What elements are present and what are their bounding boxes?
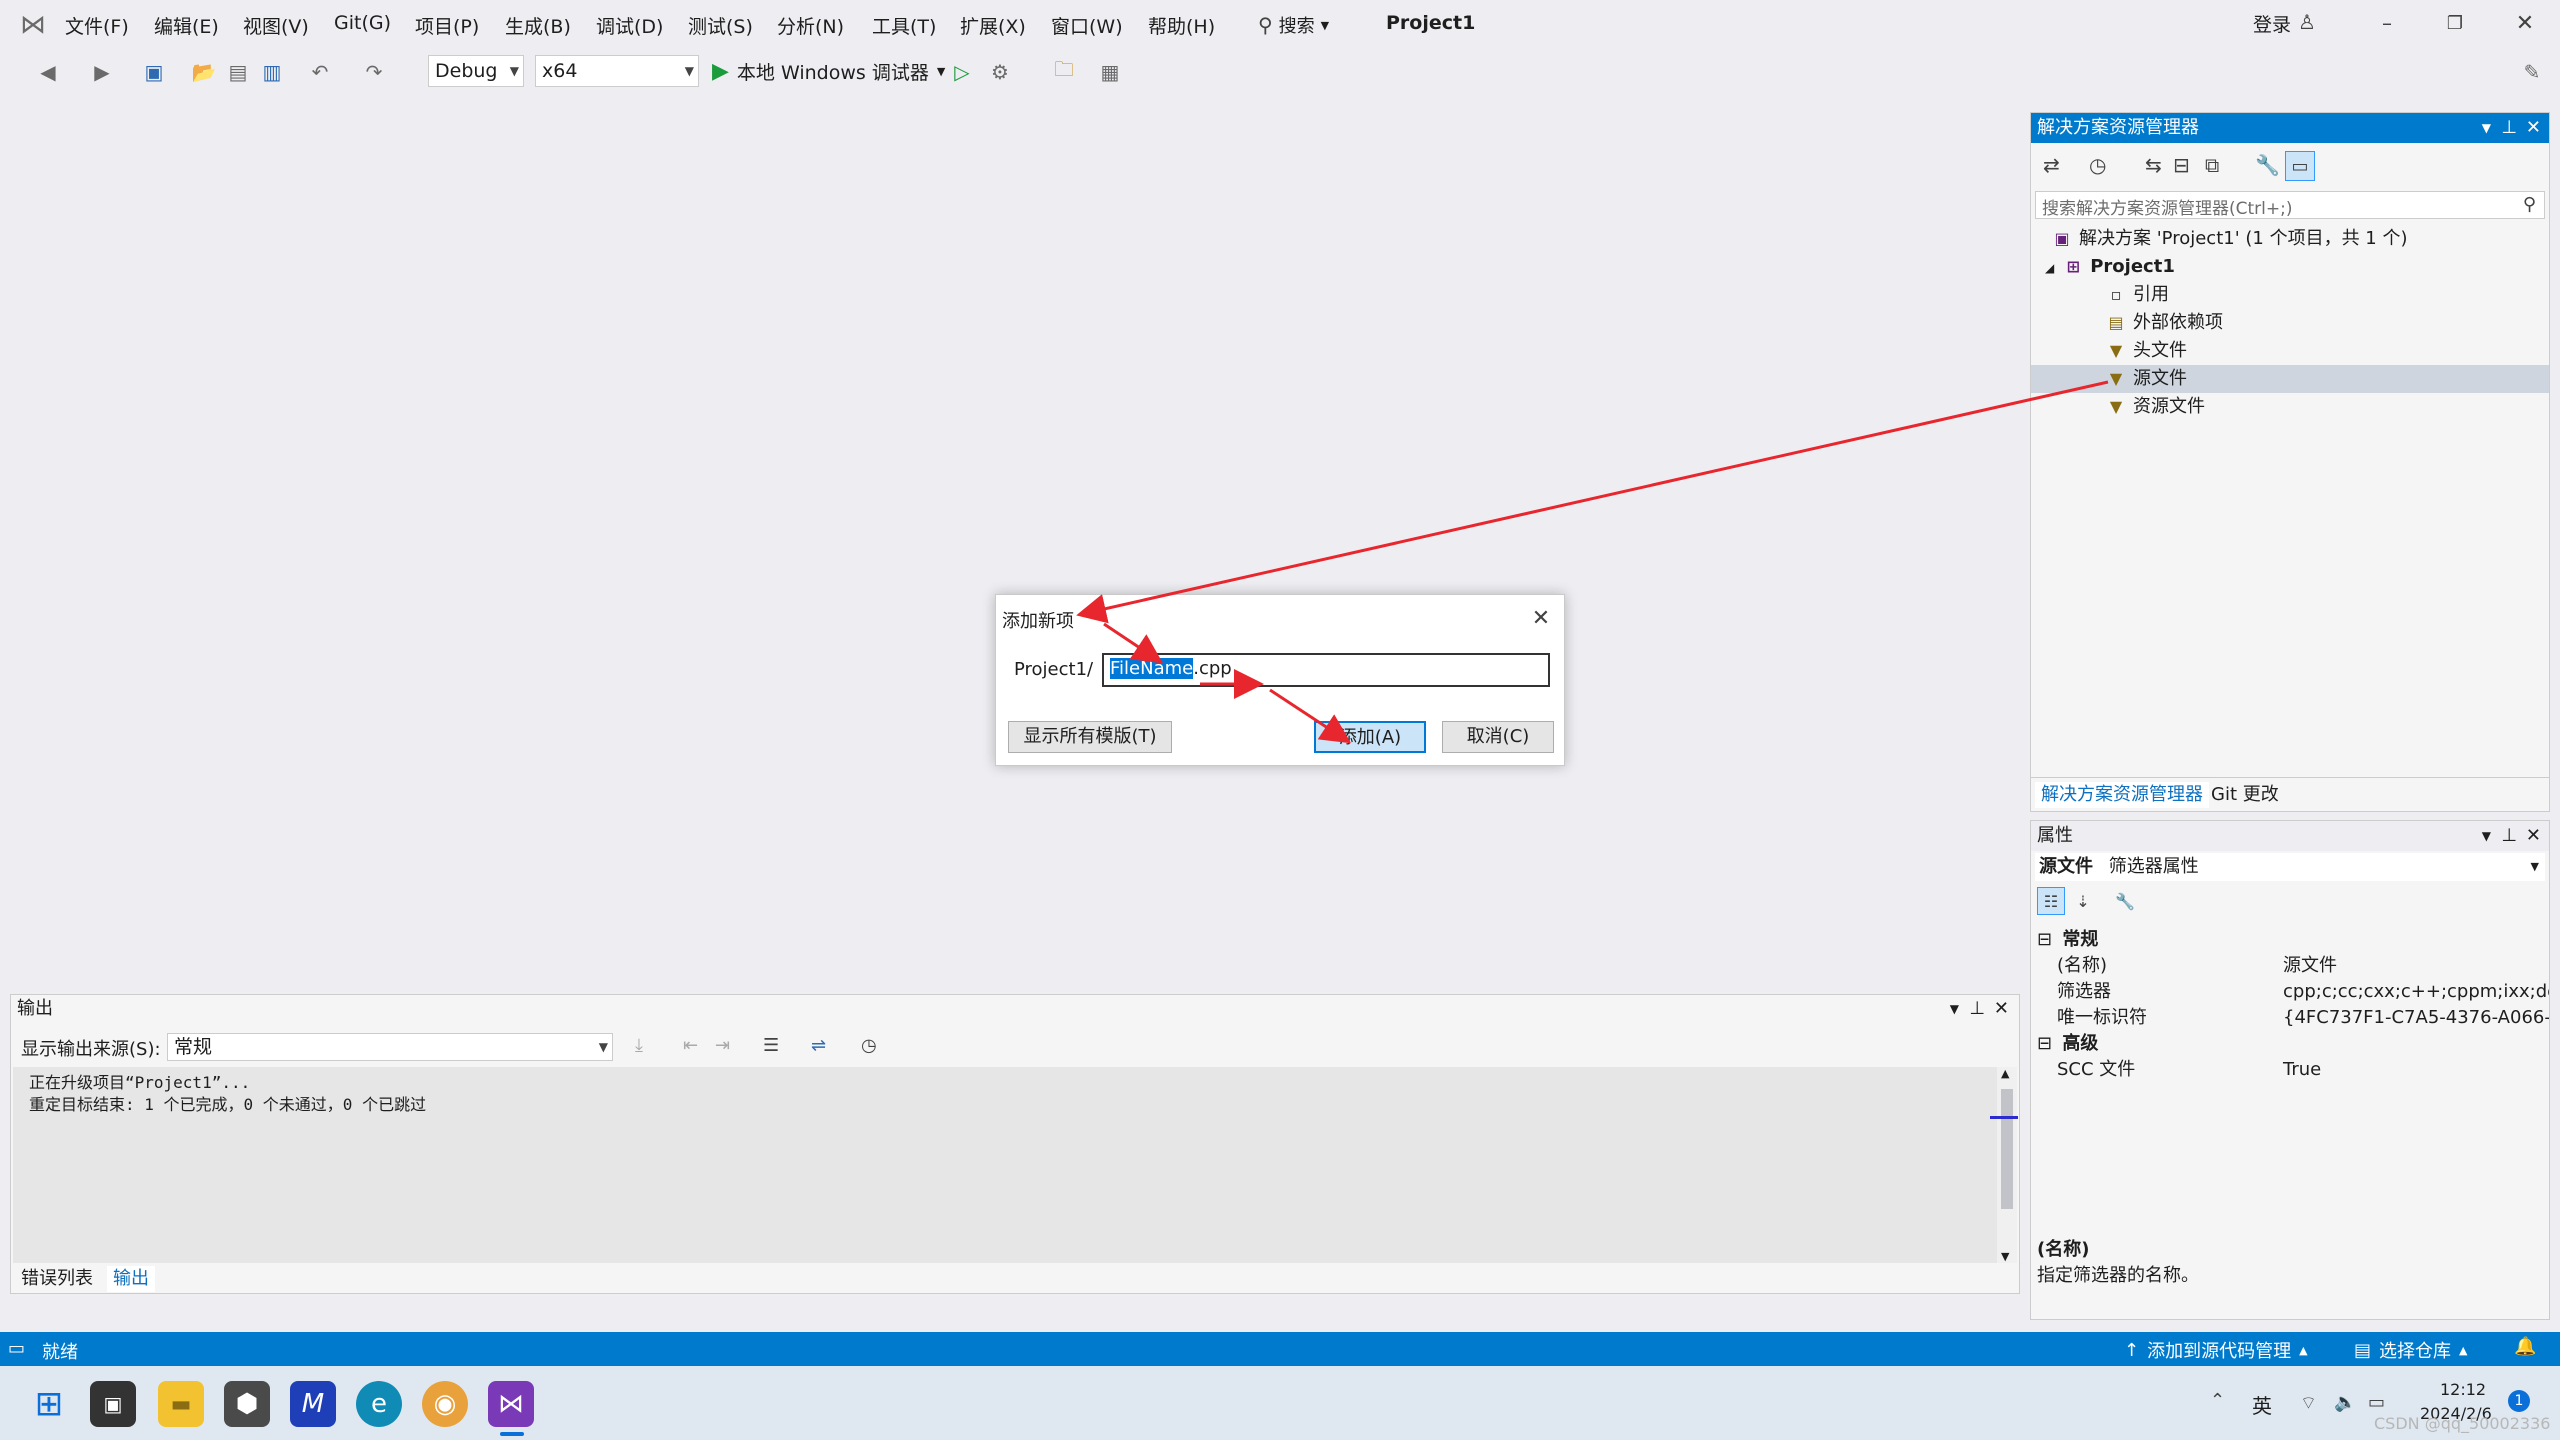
arrow-to-add-button xyxy=(1269,688,1352,744)
arrow-source-files-to-dialog xyxy=(1076,380,2109,624)
annotation-arrows xyxy=(1076,380,2109,744)
arrow-title-to-filename xyxy=(1103,622,1163,664)
